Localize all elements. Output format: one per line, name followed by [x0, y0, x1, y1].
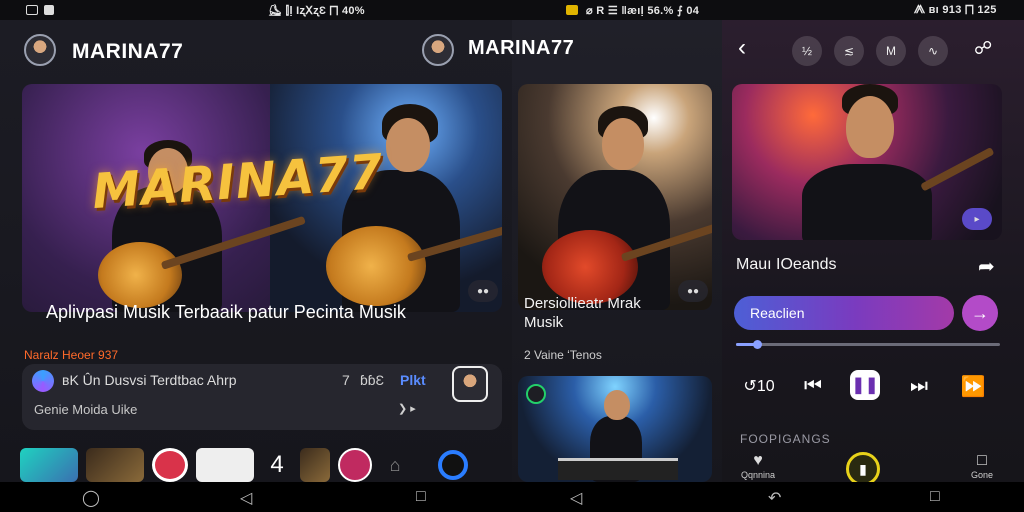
expand-icon[interactable]: ❯ ▸ — [398, 402, 416, 415]
middle-title-line1: Dersiollieatr Mrak — [524, 295, 641, 312]
next-arrow-button[interactable]: → — [962, 295, 998, 331]
strip-item-4[interactable] — [196, 448, 254, 482]
nav-back-icon-2[interactable]: ◁ — [570, 488, 582, 508]
strip-item-6[interactable] — [300, 448, 330, 482]
home-pane: MARINA77 MARINA77 ●● Aplivpasi Musik Ter… — [0, 20, 512, 482]
keyboard-shape — [558, 458, 678, 480]
tab-library-label: Gone — [970, 470, 994, 480]
recent-apps-icon[interactable]: ◯ — [82, 488, 100, 508]
tab-favorites-label: Qqnnina — [740, 470, 776, 480]
toolbar-icon-3[interactable]: M — [876, 36, 906, 66]
app-icon — [32, 370, 54, 392]
hero-banner[interactable]: MARINA77 ●● — [22, 84, 502, 312]
record-ring-icon[interactable] — [438, 450, 468, 480]
progress-track[interactable] — [736, 343, 1000, 346]
section-label: FOOPIGANGS — [740, 432, 831, 446]
next-icon[interactable]: ⏭ — [904, 372, 934, 400]
avatar-middle[interactable] — [422, 34, 454, 66]
tab-favorites[interactable]: ♥ Qqnnina — [738, 452, 778, 480]
home-shape-icon[interactable]: ⌂ — [380, 448, 410, 482]
strip-item-3[interactable] — [152, 448, 188, 482]
system-navigation-bar: ◯ ◁ □ ◁ ↶ □ — [0, 482, 1024, 512]
status-bar-right: ⌀ R ☰ ǁæıḷ 56.% ⨍ 04 ⨇ ʙı 913 ⨅ 125 — [512, 0, 1024, 20]
tab-active-home[interactable]: ▮ — [846, 452, 880, 486]
song-title: Mauı IOeands — [736, 256, 837, 273]
status-text-right: ⨇ ʙı 913 ⨅ 125 — [914, 4, 997, 16]
forward-share-icon[interactable]: ➦ — [978, 254, 995, 279]
toolbar-icon-1[interactable]: ½ — [792, 36, 822, 66]
photo-icon — [44, 5, 54, 15]
progress-knob[interactable] — [753, 340, 762, 349]
notification-icon — [26, 5, 38, 15]
hero-more-button[interactable]: ●● — [468, 280, 498, 302]
artist-thumbnail[interactable] — [452, 366, 488, 402]
back-icon[interactable]: ‹ — [738, 34, 746, 62]
brand-title-middle: MARINA77 — [468, 37, 575, 59]
live-badge-icon — [526, 384, 546, 404]
card-count: ɓɓƐ — [360, 372, 385, 388]
video-toggle-button[interactable]: ▸ — [962, 208, 992, 230]
toolbar-icon-2[interactable]: ≲ — [834, 36, 864, 66]
featured-card[interactable]: ʙK Ûn Dusvsi Terdtbac Ahrp 7 ɓɓƐ Plkt Ge… — [22, 364, 502, 430]
strip-item-5[interactable]: 4 — [262, 448, 292, 482]
status-text-left: ⛸ ⫿ḷ ƖʐⅩʐƐ ⨅ 40% — [268, 5, 365, 17]
guitarist-figure-middle — [532, 106, 712, 310]
card-title: ʙK Ûn Dusvsi Terdtbac Ahrp — [62, 372, 237, 388]
toolbar-icon-4[interactable]: ∿ — [918, 36, 948, 66]
featured-artwork[interactable]: ●● — [518, 84, 712, 310]
middle-pane: MARINA77 ●● Dersiollieatr Mrak Musik 2 V… — [422, 20, 722, 482]
strip-item-1[interactable] — [20, 448, 78, 482]
hero-caption: Aplivpasi Musik Terbaaik patur Pecinta M… — [46, 302, 406, 322]
alert-icon — [566, 5, 578, 15]
tab-library[interactable]: □ Gone — [962, 452, 1002, 480]
fast-forward-icon[interactable]: ⏩ — [958, 372, 988, 400]
card-subtitle: Genie Moida Uike — [34, 402, 138, 417]
thumbnail-strip: 4 ⌂ — [20, 448, 468, 484]
strip-item-2[interactable] — [86, 448, 144, 482]
pause-button[interactable]: ❚❚ — [850, 370, 880, 400]
screen: ⛸ ⫿ḷ ƖʐⅩʐƐ ⨅ 40% ⌀ R ☰ ǁæıḷ 56.% ⨍ 04 ⨇ … — [0, 0, 1024, 512]
square-icon: □ — [977, 452, 987, 469]
middle-title-line2: Musik — [524, 314, 564, 331]
strip-item-7[interactable] — [338, 448, 372, 482]
heart-icon: ♥ — [753, 452, 763, 469]
status-text-right-left: ⌀ R ☰ ǁæıḷ 56.% ⨍ 04 — [586, 5, 700, 17]
brand-title: MARINA77 — [72, 40, 184, 63]
live-artwork[interactable] — [518, 376, 712, 482]
nav-back-icon[interactable]: ◁ — [240, 488, 252, 508]
share-icon[interactable]: ☍ — [974, 38, 992, 59]
card-number: 7 — [342, 372, 350, 388]
status-bar-left: ⛸ ⫿ḷ ƖʐⅩʐƐ ⨅ 40% — [0, 0, 512, 20]
action-pill-button[interactable]: Reaclien — [734, 296, 954, 330]
promo-label: Naralz Heoer 937 — [24, 348, 119, 362]
artwork-more-button[interactable]: ●● — [678, 280, 708, 302]
nav-overview-icon[interactable]: □ — [416, 488, 426, 506]
avatar[interactable] — [24, 34, 56, 66]
card-accent-link[interactable]: Plkt — [400, 372, 426, 388]
replay-10-icon[interactable]: ↺10 — [743, 372, 774, 400]
nav-home-icon[interactable]: ↶ — [768, 488, 781, 508]
nav-overview-icon-2[interactable]: □ — [930, 488, 940, 506]
previous-icon[interactable]: ⏮ — [798, 372, 828, 400]
player-pane: ‹ ½ ≲ M ∿ ☍ ▸ Mauı IOeands ➦ Reaclien → … — [722, 20, 1024, 486]
guitarist-figure-right-pane — [772, 84, 995, 240]
middle-meta: 2 Vaine ʻTenos — [524, 348, 602, 362]
now-playing-artwork[interactable]: ▸ — [732, 84, 1002, 240]
